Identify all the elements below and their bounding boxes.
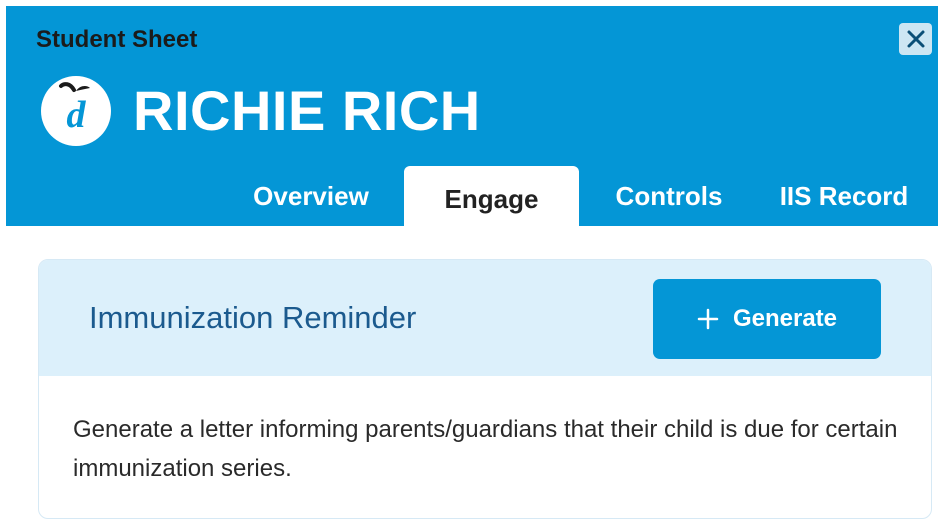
tab-engage[interactable]: Engage [404,166,579,232]
immunization-reminder-card: Immunization Reminder Generate Generate … [38,259,932,519]
tab-iis-record[interactable]: IIS Record [759,166,929,226]
apple-d-logo-icon: d [40,75,112,147]
sheet-label: Student Sheet [36,26,198,53]
generate-label: Generate [732,305,838,332]
card-description: Generate a letter informing parents/guar… [73,416,898,482]
card-header: Immunization Reminder Generate [39,260,931,376]
card-title: Immunization Reminder [89,300,417,335]
student-name: RICHIE RICH [133,79,481,142]
plus-icon [697,308,719,330]
svg-text:d: d [67,94,87,136]
close-button[interactable] [899,23,932,55]
generate-button[interactable]: Generate [653,279,881,359]
close-icon [907,30,924,48]
student-sheet-header: Student Sheet d RICHIE RICH Overview Eng… [6,6,938,232]
tab-overview[interactable]: Overview [226,166,396,226]
tab-controls[interactable]: Controls [589,166,749,226]
